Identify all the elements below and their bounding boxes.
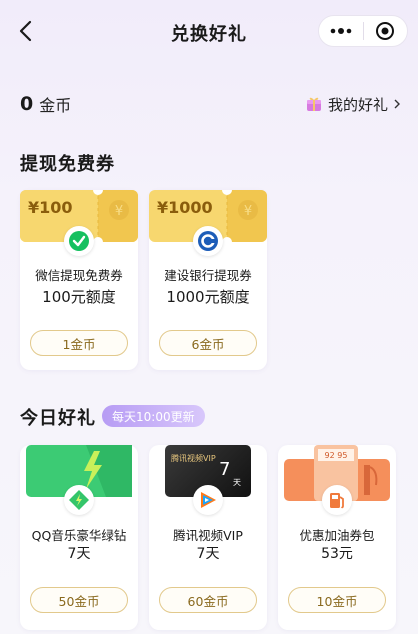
gift-name: 优惠加油券包	[299, 528, 375, 543]
gift-box-icon	[306, 97, 321, 111]
redeem-button[interactable]: 6金币	[159, 330, 257, 356]
tencent-video-logo	[193, 485, 223, 515]
voucher-card-ccb[interactable]: ¥ ¥1000 建设银行提现券 1000元额度 6金币	[149, 190, 267, 370]
gift-card-fuel-coupon[interactable]: 92 95 优惠加油券包 53元 10金币	[278, 445, 396, 630]
ccb-bank-logo	[193, 226, 223, 256]
svg-text:¥: ¥	[115, 204, 123, 219]
voucher-value: 100元额度	[42, 288, 116, 306]
my-gifts-link[interactable]: 我的好礼	[306, 94, 402, 115]
gift-duration: 7天	[67, 546, 91, 562]
vip-card-days: 7	[219, 459, 231, 480]
coin-balance-row: 0 金币 我的好礼	[20, 92, 402, 116]
ccb-icon	[198, 231, 218, 251]
vip-card-day-unit: 天	[233, 478, 241, 487]
gift-card-tencent-video[interactable]: 腾讯视频VIP 7 天 腾讯视频VIP 7天 60金币	[149, 445, 267, 630]
gift-card-qq-music[interactable]: QQ音乐豪华绿钻 7天 50金币	[20, 445, 138, 630]
daily-section-title: 今日好礼	[20, 408, 96, 429]
header-bar: 兑换好礼	[0, 0, 418, 64]
voucher-value: 1000元额度	[166, 288, 250, 306]
my-gifts-label: 我的好礼	[327, 95, 388, 114]
more-button[interactable]	[319, 15, 363, 47]
gift-duration: 7天	[196, 546, 220, 562]
chevron-right-icon	[394, 99, 400, 109]
fuel-coupon-logo	[322, 485, 352, 515]
voucher-name: 微信提现免费券	[35, 268, 123, 283]
gift-name: QQ音乐豪华绿钻	[31, 528, 127, 543]
green-diamond-icon	[69, 490, 89, 510]
voucher-name: 建设银行提现券	[164, 268, 252, 283]
redeem-button[interactable]: 10金币	[288, 587, 386, 613]
coin-balance-unit: 金币	[39, 96, 72, 115]
coin-balance-value: 0	[20, 93, 34, 115]
svg-text:¥: ¥	[244, 204, 252, 219]
vip-card-text: 腾讯视频VIP	[171, 454, 216, 463]
voucher-ticket-amount: ¥1000	[157, 198, 213, 217]
gift-name: 腾讯视频VIP	[173, 528, 243, 543]
redeem-button[interactable]: 1金币	[30, 330, 128, 356]
gift-value: 53元	[321, 546, 353, 562]
redeem-button[interactable]: 50金币	[30, 587, 128, 613]
wechat-icon	[69, 231, 89, 251]
close-button[interactable]	[363, 15, 407, 47]
tencent-video-play-icon	[201, 492, 216, 508]
fuel-grade-text: 92 95	[325, 451, 348, 460]
update-time-badge: 每天10:00更新	[102, 405, 205, 427]
mini-program-capsule	[318, 15, 408, 47]
qq-music-logo	[64, 485, 94, 515]
wechat-pay-logo	[64, 226, 94, 256]
target-close-icon	[376, 22, 395, 40]
voucher-section-title: 提现免费券	[20, 154, 115, 175]
redeem-button[interactable]: 60金币	[159, 587, 257, 613]
more-dots-icon	[330, 28, 352, 34]
voucher-card-wechat[interactable]: ¥ ¥100 微信提现免费券 100元额度 1金币	[20, 190, 138, 370]
voucher-ticket-amount: ¥100	[28, 198, 73, 217]
fuel-pump-icon	[330, 493, 344, 509]
